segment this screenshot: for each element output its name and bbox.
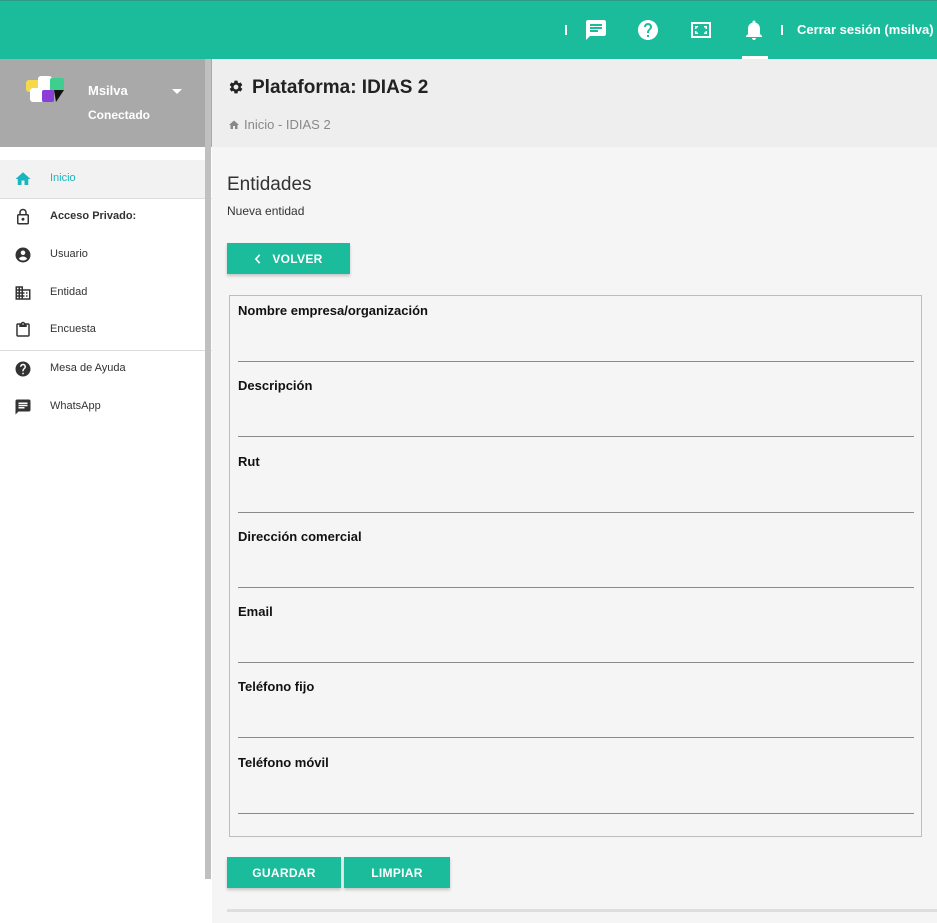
home-icon <box>229 120 239 129</box>
sidebar-item-label: WhatsApp <box>50 400 101 412</box>
field-label: Dirección comercial <box>238 529 362 544</box>
form-field-telefono-fijo: Teléfono fijo <box>238 672 914 738</box>
email-input[interactable] <box>238 623 914 663</box>
back-button[interactable]: VOLVER <box>227 243 350 274</box>
main-content: Entidades Nueva entidad VOLVER Nombre em… <box>212 147 937 923</box>
form-field-email: Email <box>238 597 914 663</box>
direccion-input[interactable] <box>238 548 914 588</box>
sidebar-item-entidad[interactable]: Entidad <box>0 274 205 312</box>
sidebar-item-mesa-de-ayuda[interactable]: Mesa de Ayuda <box>0 350 205 388</box>
top-bar: Cerrar sesión (msilva) <box>0 0 937 59</box>
chevron-down-icon[interactable] <box>172 89 182 94</box>
form-field-descripcion: Descripción <box>238 371 914 437</box>
sidebar: Msilva Conectado Inicio Acceso Privado: … <box>0 59 212 923</box>
sidebar-item-label: Inicio <box>50 172 76 184</box>
section-title: Entidades <box>227 174 312 195</box>
chat-icon[interactable] <box>584 18 608 42</box>
sidebar-item-whatsapp[interactable]: WhatsApp <box>0 388 205 426</box>
field-label: Descripción <box>238 378 313 393</box>
bell-icon[interactable] <box>742 18 766 42</box>
sidebar-item-encuesta[interactable]: Encuesta <box>0 311 205 349</box>
page-header: Plataforma: IDIAS 2 Inicio - IDIAS 2 <box>212 59 937 147</box>
help-icon <box>15 361 31 377</box>
user-status: Conectado <box>88 108 151 122</box>
user-name: Msilva <box>88 83 128 98</box>
breadcrumb-link[interactable]: Inicio - IDIAS 2 <box>244 117 331 132</box>
user-icon <box>15 247 31 263</box>
field-label: Nombre empresa/organización <box>238 303 428 318</box>
sidebar-item-label: Mesa de Ayuda <box>50 362 126 374</box>
sidebar-item-label: Usuario <box>50 248 88 260</box>
sidebar-scrollbar[interactable] <box>205 59 211 879</box>
field-label: Rut <box>238 454 260 469</box>
sidebar-item-label: Entidad <box>50 286 88 298</box>
page-title: Plataforma: IDIAS 2 <box>252 77 429 98</box>
section-subtitle: Nueva entidad <box>227 204 305 218</box>
rut-input[interactable] <box>238 473 914 513</box>
sidebar-item-label: Encuesta <box>50 323 96 335</box>
form-field-rut: Rut <box>238 447 914 513</box>
field-label: Teléfono móvil <box>238 755 329 770</box>
field-label: Teléfono fijo <box>238 679 315 694</box>
gear-icon <box>229 80 243 94</box>
entity-form: Nombre empresa/organización Descripción … <box>229 295 922 837</box>
sidebar-item-acceso-privado: Acceso Privado: <box>0 198 205 236</box>
telefono-fijo-input[interactable] <box>238 698 914 738</box>
form-field-nombre: Nombre empresa/organización <box>238 296 914 362</box>
separator <box>565 25 567 35</box>
fullscreen-icon[interactable] <box>689 18 713 42</box>
clipboard-icon <box>16 321 30 337</box>
app-logo <box>26 76 64 102</box>
chat-icon <box>15 399 31 415</box>
sidebar-item-label: Acceso Privado: <box>50 210 137 222</box>
telefono-movil-input[interactable] <box>238 774 914 814</box>
building-icon <box>15 286 31 300</box>
form-field-telefono-movil: Teléfono móvil <box>238 748 914 814</box>
clear-button[interactable]: LIMPIAR <box>344 857 450 888</box>
sidebar-item-inicio[interactable]: Inicio <box>0 160 205 198</box>
sidebar-item-usuario[interactable]: Usuario <box>0 236 205 274</box>
breadcrumb: Inicio - IDIAS 2 <box>228 117 331 132</box>
descripcion-input[interactable] <box>238 397 914 437</box>
form-field-direccion: Dirección comercial <box>238 522 914 588</box>
back-button-label: VOLVER <box>272 251 323 266</box>
divider <box>227 909 937 912</box>
save-button[interactable]: GUARDAR <box>227 857 341 888</box>
nombre-input[interactable] <box>238 322 914 362</box>
home-icon <box>15 172 31 185</box>
separator <box>781 25 783 35</box>
help-icon[interactable] <box>636 18 660 42</box>
profile-panel: Msilva Conectado <box>0 59 212 147</box>
lock-icon <box>17 208 29 225</box>
field-label: Email <box>238 604 273 619</box>
chevron-left-icon <box>255 253 261 264</box>
logout-link[interactable]: Cerrar sesión (msilva) <box>797 22 934 37</box>
